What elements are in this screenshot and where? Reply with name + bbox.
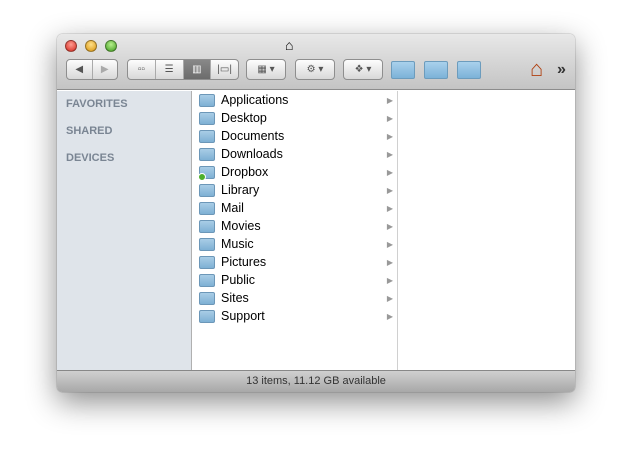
item-label: Mail (221, 201, 244, 215)
folder-shortcut-1[interactable] (391, 61, 415, 79)
item-label: Support (221, 309, 265, 323)
coverflow-view-button[interactable]: |▭| (211, 60, 238, 79)
disclosure-arrow-icon: ▶ (386, 113, 393, 123)
folder-icon (198, 165, 215, 181)
status-bar: 13 items, 11.12 GB available (57, 370, 575, 392)
folder-icon (199, 255, 215, 269)
home-icon: ⌂ (285, 37, 294, 53)
view-switcher: ▫▫ ☰ ▥ |▭| (127, 59, 239, 80)
item-label: Documents (221, 129, 285, 143)
disclosure-arrow-icon: ▶ (386, 95, 393, 105)
item-label: Desktop (221, 111, 267, 125)
item-label: Public (221, 273, 256, 287)
folder-icon (199, 237, 215, 251)
disclosure-arrow-icon: ▶ (386, 293, 393, 303)
disclosure-arrow-icon: ▶ (386, 239, 393, 249)
item-label: Applications (221, 93, 289, 107)
disclosure-arrow-icon: ▶ (386, 185, 393, 195)
folder-icon (199, 129, 215, 143)
item-label: Downloads (221, 147, 283, 161)
folder-icon (199, 273, 215, 287)
item-label: Dropbox (221, 165, 269, 179)
list-item[interactable]: Public ▶ (193, 271, 397, 289)
sidebar-shared[interactable]: SHARED (66, 125, 191, 145)
disclosure-arrow-icon: ▶ (386, 131, 393, 141)
item-label: Movies (221, 219, 261, 233)
disclosure-arrow-icon: ▶ (386, 257, 393, 267)
finder-window: ⌂ ◀ ▶ ▫▫ ☰ ▥ |▭| ▦ ▾ ⚙ ▾ ❖ ▾ ⌂ » FAVORIT… (57, 34, 575, 392)
disclosure-arrow-icon: ▶ (386, 275, 393, 285)
item-label: Sites (221, 291, 249, 305)
list-item[interactable]: Dropbox ▶ (193, 163, 397, 181)
minimize-button[interactable] (85, 40, 97, 52)
home-icon[interactable]: ⌂ (530, 56, 543, 82)
forward-button[interactable]: ▶ (93, 60, 118, 79)
list-view-button[interactable]: ☰ (156, 60, 184, 79)
close-button[interactable] (65, 40, 77, 52)
column-view-button[interactable]: ▥ (183, 60, 212, 79)
arrange-button[interactable]: ▦ ▾ (246, 59, 286, 80)
disclosure-arrow-icon: ▶ (386, 311, 393, 321)
list-item[interactable]: Downloads ▶ (193, 145, 397, 163)
list-item[interactable]: Desktop ▶ (193, 109, 397, 127)
overflow-chevron-icon[interactable]: » (557, 61, 566, 79)
list-item[interactable]: Music ▶ (193, 235, 397, 253)
list-item[interactable]: Sites ▶ (193, 289, 397, 307)
list-item[interactable]: Library ▶ (193, 181, 397, 199)
back-forward: ◀ ▶ (66, 59, 118, 80)
sync-check-icon (198, 172, 206, 181)
list-item[interactable]: Pictures ▶ (193, 253, 397, 271)
list-item[interactable]: Movies ▶ (193, 217, 397, 235)
disclosure-arrow-icon: ▶ (386, 221, 393, 231)
item-label: Library (221, 183, 260, 197)
icon-view-button[interactable]: ▫▫ (128, 60, 156, 79)
folder-shortcut-2[interactable] (424, 61, 448, 79)
action-button[interactable]: ⚙ ▾ (295, 59, 335, 80)
zoom-button[interactable] (105, 40, 117, 52)
folder-icon (199, 219, 215, 233)
list-item[interactable]: Applications ▶ (193, 91, 397, 109)
dropbox-button[interactable]: ❖ ▾ (343, 59, 383, 80)
folder-icon (199, 147, 215, 161)
back-button[interactable]: ◀ (67, 60, 93, 79)
item-label: Music (221, 237, 254, 251)
folder-alias-shortcut[interactable] (457, 61, 481, 79)
folder-icon (199, 183, 215, 197)
list-item[interactable]: Support ▶ (193, 307, 397, 325)
folder-icon (199, 201, 215, 215)
disclosure-arrow-icon: ▶ (386, 167, 393, 177)
disclosure-arrow-icon: ▶ (386, 203, 393, 213)
sidebar-favorites[interactable]: FAVORITES (66, 98, 191, 118)
sidebar: FAVORITES SHARED DEVICES (57, 91, 192, 370)
folder-icon (199, 309, 215, 323)
toolbar: ⌂ ◀ ▶ ▫▫ ☰ ▥ |▭| ▦ ▾ ⚙ ▾ ❖ ▾ ⌂ » (57, 34, 575, 90)
sidebar-devices[interactable]: DEVICES (66, 152, 191, 172)
folder-icon (199, 93, 215, 107)
list-item[interactable]: Documents ▶ (193, 127, 397, 145)
column-pane: Applications ▶ Desktop ▶ Documents ▶ Downloads… (193, 91, 398, 370)
folder-icon (199, 291, 215, 305)
item-label: Pictures (221, 255, 267, 269)
folder-icon (199, 111, 215, 125)
list-item[interactable]: Mail ▶ (193, 199, 397, 217)
disclosure-arrow-icon: ▶ (386, 149, 393, 159)
